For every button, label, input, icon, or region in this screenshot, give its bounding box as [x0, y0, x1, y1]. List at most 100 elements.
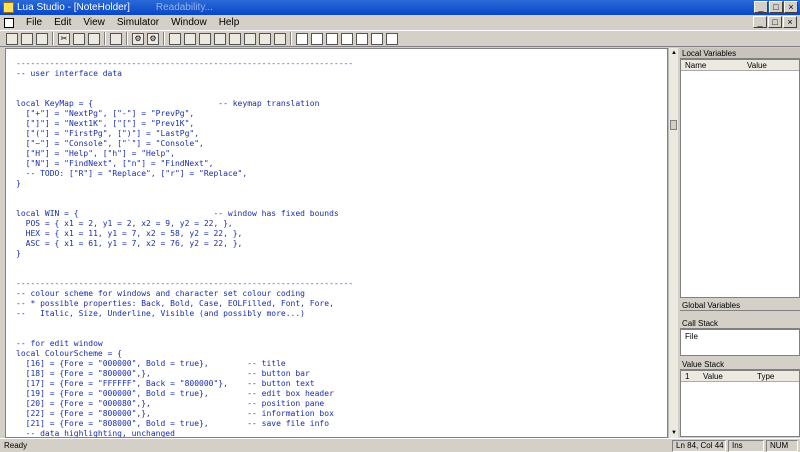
- value-stack-index-column[interactable]: 1: [681, 371, 699, 381]
- new-file-icon[interactable]: [6, 32, 18, 45]
- window-layout-1-icon[interactable]: [296, 32, 308, 45]
- window-title: Lua Studio - [NoteHolder]: [17, 2, 130, 13]
- save-icon[interactable]: [36, 32, 48, 45]
- value-stack-value-column[interactable]: Value: [699, 371, 753, 381]
- menu-file[interactable]: File: [20, 17, 48, 28]
- breakpoint-icon[interactable]: [229, 32, 241, 45]
- code-line: }: [16, 249, 21, 258]
- step-out-icon[interactable]: [199, 32, 211, 45]
- code-line: ["~"] = "Console", ["`"] = "Console",: [16, 139, 204, 148]
- print-icon[interactable]: [110, 32, 122, 45]
- mdi-minimize-button[interactable]: _: [753, 16, 767, 28]
- menu-bar: File Edit View Simulator Window Help _ □…: [0, 15, 800, 30]
- status-position: Ln 84, Col 44: [672, 440, 726, 452]
- value-stack-panel: Value Stack 1 Value Type: [680, 359, 800, 437]
- scroll-down-arrow-icon[interactable]: ▼: [669, 428, 679, 438]
- window-layout-3-icon[interactable]: [326, 32, 338, 45]
- scroll-thumb[interactable]: [670, 120, 677, 130]
- stop-icon[interactable]: [244, 32, 256, 45]
- title-bar: Lua Studio - [NoteHolder] Readability...…: [0, 0, 800, 15]
- cut-icon[interactable]: ✂: [58, 32, 70, 45]
- menu-window[interactable]: Window: [165, 17, 213, 28]
- code-line: -- Italic, Size, Underline, Visible (and…: [16, 309, 305, 318]
- status-bar: Ready Ln 84, Col 44 Ins NUM: [0, 438, 800, 452]
- run-gear-icon[interactable]: ⚙: [132, 32, 144, 45]
- toolbar-separator: [290, 32, 292, 45]
- close-button[interactable]: ×: [784, 1, 798, 13]
- debug-gear-icon[interactable]: ⚙: [147, 32, 159, 45]
- global-variables-title[interactable]: Global Variables: [680, 300, 800, 311]
- code-line: -- colour scheme for windows and charact…: [16, 289, 305, 298]
- local-value-column[interactable]: Value: [743, 60, 767, 70]
- global-variables-panel: Global Variables: [680, 300, 800, 316]
- code-editor[interactable]: ----------------------------------------…: [5, 48, 668, 438]
- window-layout-2-icon[interactable]: [311, 32, 323, 45]
- watch-icon[interactable]: [274, 32, 286, 45]
- open-folder-icon[interactable]: [21, 32, 33, 45]
- code-line: ["N"] = "FindNext", ["n"] = "FindNext",: [16, 159, 214, 168]
- code-line: local KeyMap = { -- keymap translation: [16, 99, 320, 108]
- app-icon: [3, 2, 14, 13]
- code-line: [19] = {Fore = "000000", Bold = true}, -…: [16, 389, 334, 398]
- toolbar-separator: [163, 32, 165, 45]
- value-stack-type-column[interactable]: Type: [753, 371, 774, 381]
- call-stack-title[interactable]: Call Stack: [680, 318, 800, 329]
- status-num-lock: NUM: [766, 440, 798, 452]
- code-line: local ColourScheme = {: [16, 349, 122, 358]
- step-into-icon[interactable]: [169, 32, 181, 45]
- paste-icon[interactable]: [88, 32, 100, 45]
- code-line: local WIN = { -- window has fixed bounds: [16, 209, 339, 218]
- document-icon[interactable]: [4, 17, 14, 28]
- window-layout-4-icon[interactable]: [341, 32, 353, 45]
- menu-view[interactable]: View: [77, 17, 111, 28]
- local-variables-title[interactable]: Local Variables: [680, 48, 800, 59]
- minimize-button[interactable]: _: [754, 1, 768, 13]
- code-line: [22] = {Fore = "800000",}, -- informatio…: [16, 409, 334, 418]
- code-line: ASC = { x1 = 61, y1 = 7, x2 = 76, y2 = 2…: [16, 239, 243, 248]
- code-line: [17] = {Fore = "FFFFFF", Back = "800000"…: [16, 379, 315, 388]
- scroll-up-arrow-icon[interactable]: ▲: [669, 48, 679, 58]
- code-line: -- for edit window: [16, 339, 103, 348]
- menu-simulator[interactable]: Simulator: [111, 17, 165, 28]
- toolbar-separator: [52, 32, 54, 45]
- menu-edit[interactable]: Edit: [48, 17, 77, 28]
- window-layout-5-icon[interactable]: [356, 32, 368, 45]
- call-stack-row[interactable]: File: [681, 330, 799, 343]
- code-line: [18] = {Fore = "800000",}, -- button bar: [16, 369, 310, 378]
- menu-help[interactable]: Help: [213, 17, 246, 28]
- run-to-cursor-icon[interactable]: [214, 32, 226, 45]
- code-line: }: [16, 179, 21, 188]
- code-line: -- user interface data: [16, 69, 122, 78]
- toolbar-separator: [126, 32, 128, 45]
- editor-vertical-scrollbar[interactable]: ▲ ▼: [668, 48, 678, 438]
- window-layout-7-icon[interactable]: [386, 32, 398, 45]
- code-line: ----------------------------------------…: [16, 59, 354, 68]
- copy-icon[interactable]: [73, 32, 85, 45]
- step-over-icon[interactable]: [184, 32, 196, 45]
- code-line: -- data highlighting, unchanged: [16, 429, 175, 438]
- mdi-restore-button[interactable]: □: [768, 16, 782, 28]
- mdi-close-button[interactable]: ×: [783, 16, 797, 28]
- code-line: -- * possible properties: Back, Bold, Ca…: [16, 299, 334, 308]
- restart-icon[interactable]: [259, 32, 271, 45]
- code-line: [20] = {Fore = "000080",}, -- position p…: [16, 399, 325, 408]
- local-name-column[interactable]: Name: [681, 60, 743, 70]
- window-layout-6-icon[interactable]: [371, 32, 383, 45]
- toolbar-separator: [104, 32, 106, 45]
- maximize-button[interactable]: □: [769, 1, 783, 13]
- code-line: [16] = {Fore = "000000", Bold = true}, -…: [16, 359, 286, 368]
- code-lines: ----------------------------------------…: [16, 59, 354, 438]
- code-line: -- TODO: ["R"] = "Replace", ["r"] = "Rep…: [16, 169, 248, 178]
- code-line: POS = { x1 = 2, y1 = 2, x2 = 9, y2 = 22,…: [16, 219, 233, 228]
- status-ready: Ready: [4, 441, 28, 450]
- code-line: ["H"] = "Help", ["h"] = "Help",: [16, 149, 175, 158]
- value-stack-title[interactable]: Value Stack: [680, 359, 800, 370]
- toolbar: ✂ ⚙ ⚙: [0, 30, 800, 47]
